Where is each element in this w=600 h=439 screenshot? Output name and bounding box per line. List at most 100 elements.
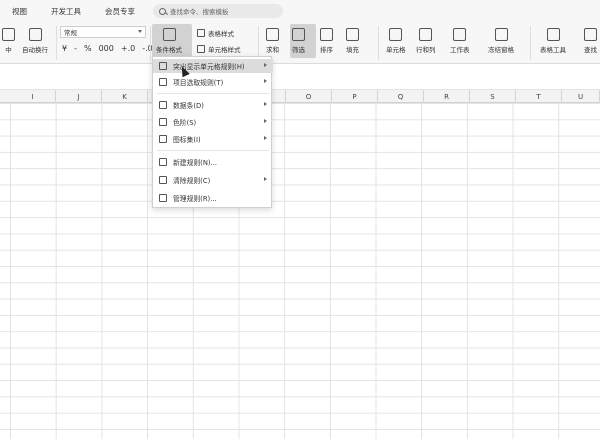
sum-label: 求和 (266, 46, 279, 54)
worksheet-button[interactable]: 工作表 (450, 28, 470, 54)
freeze-panes-icon (494, 28, 508, 41)
menu-item-label: 项目选取规则(T) (173, 79, 224, 87)
menu-item-clear-rules[interactable]: 清除规则(C) (153, 173, 273, 187)
menu-item-label: 新建规则(N)... (173, 159, 218, 167)
minus-button[interactable]: - (74, 44, 77, 53)
thousands-button[interactable]: 000 (99, 44, 114, 53)
clear-rules-icon (159, 176, 167, 184)
sort-icon (320, 28, 333, 41)
divider (258, 26, 259, 60)
fill-icon (346, 28, 359, 41)
freeze-panes-label: 冻结窗格 (488, 46, 514, 54)
top-bottom-rules-icon (159, 78, 167, 86)
manage-rules-icon (159, 194, 167, 202)
menu-item-top-bottom-rules[interactable]: 项目选取规则(T) (153, 75, 273, 89)
find-label: 查找 (584, 46, 597, 54)
conditional-format-icon (162, 28, 176, 41)
search-icon (159, 7, 166, 15)
spreadsheet-grid[interactable] (0, 103, 600, 439)
column-header[interactable]: S (470, 90, 516, 103)
sigma-icon (266, 28, 279, 41)
ribbon-toolbar: 中 自动换行 常规 ¥ - % 000 +.0 -.0 条件格式 表格样式 单元… (0, 22, 600, 64)
number-format-select[interactable]: 常规 (60, 26, 146, 38)
command-search-box[interactable]: 查找命令、搜索模板 (153, 4, 283, 18)
cell-style-icon (197, 45, 205, 53)
wrap-text-label: 自动换行 (22, 46, 48, 54)
search-placeholder: 查找命令、搜索模板 (170, 8, 229, 16)
table-style-label: 表格样式 (208, 30, 234, 38)
chevron-right-icon (264, 136, 267, 140)
menu-item-icon-sets[interactable]: 图标集(I) (153, 132, 273, 146)
column-header[interactable]: K (102, 90, 148, 103)
menu-item-label: 色阶(S) (173, 119, 197, 127)
sum-button[interactable]: 求和 (266, 28, 279, 54)
divider (150, 26, 151, 60)
chevron-right-icon (264, 119, 267, 123)
cell-style-button[interactable]: 单元格样式 (197, 44, 241, 54)
column-header[interactable]: J (56, 90, 102, 103)
table-style-icon (197, 29, 205, 37)
menu-item-label: 管理规则(R)... (173, 195, 217, 203)
menu-item-color-scales[interactable]: 色阶(S) (153, 115, 273, 129)
menu-item-manage-rules[interactable]: 管理规则(R)... (153, 191, 273, 205)
align-center-icon (2, 28, 15, 41)
menu-divider (157, 150, 269, 151)
table-tools-label: 表格工具 (540, 46, 566, 54)
divider (530, 26, 531, 60)
conditional-format-label: 条件格式 (156, 46, 182, 54)
chevron-right-icon (264, 63, 267, 67)
number-format-buttons: ¥ - % 000 +.0 -.0 (62, 44, 153, 53)
conditional-format-menu: 突出显示单元格规则(H) 项目选取规则(T) 数据条(D) 色阶(S) 图标集(… (152, 56, 273, 208)
filter-icon (292, 28, 305, 41)
cell-button[interactable]: 单元格 (386, 28, 406, 54)
column-header[interactable]: R (424, 90, 470, 103)
menu-item-label: 图标集(I) (173, 136, 201, 144)
fill-button[interactable]: 填充 (346, 28, 359, 54)
rows-columns-label: 行和列 (416, 46, 436, 54)
table-tools-icon (546, 28, 560, 41)
new-rule-icon (159, 158, 167, 166)
fill-label: 填充 (346, 46, 359, 54)
tab-member[interactable]: 会员专享 (105, 6, 135, 17)
menu-item-label: 数据条(D) (173, 102, 204, 110)
sort-button[interactable]: 排序 (320, 28, 333, 54)
column-header[interactable]: O (286, 90, 332, 103)
table-style-button[interactable]: 表格样式 (197, 28, 234, 38)
cell-label: 单元格 (386, 46, 406, 54)
divider (56, 26, 57, 60)
percent-button[interactable]: % (84, 44, 92, 53)
chevron-right-icon (264, 79, 267, 83)
column-header[interactable]: I (10, 90, 56, 103)
wrap-text-icon (28, 28, 42, 41)
currency-button[interactable]: ¥ (62, 44, 67, 53)
divider (378, 26, 379, 60)
menu-tab-bar: 视图 开发工具 会员专享 查找命令、搜索模板 (0, 0, 600, 22)
column-header[interactable]: Q (378, 90, 424, 103)
increase-decimal-button[interactable]: +.0 (121, 44, 135, 53)
icon-sets-icon (159, 135, 167, 143)
chevron-right-icon (264, 177, 267, 181)
column-header[interactable]: T (516, 90, 562, 103)
worksheet-label: 工作表 (450, 46, 470, 54)
table-tools-button[interactable]: 表格工具 (540, 28, 566, 54)
rows-columns-button[interactable]: 行和列 (416, 28, 436, 54)
column-header[interactable]: U (562, 90, 600, 103)
wrap-text-button[interactable]: 自动换行 (22, 28, 48, 54)
filter-button[interactable]: 筛选 (292, 28, 305, 54)
menu-item-new-rule[interactable]: 新建规则(N)... (153, 155, 273, 169)
worksheet-icon (453, 28, 467, 41)
chevron-right-icon (264, 102, 267, 106)
tab-developer-tools[interactable]: 开发工具 (51, 6, 81, 17)
tab-view[interactable]: 视图 (12, 6, 27, 17)
find-button[interactable]: 查找 (584, 28, 597, 54)
chevron-down-icon (138, 30, 142, 33)
freeze-panes-button[interactable]: 冻结窗格 (488, 28, 514, 54)
menu-item-data-bars[interactable]: 数据条(D) (153, 98, 273, 112)
column-header-row: I J K L M N O P Q R S T U (0, 90, 600, 103)
data-bars-icon (159, 101, 167, 109)
menu-item-highlight-cell-rules[interactable]: 突出显示单元格规则(H) (153, 59, 273, 73)
column-header[interactable]: P (332, 90, 378, 103)
align-center-button[interactable]: 中 (2, 28, 15, 54)
conditional-format-button[interactable]: 条件格式 (156, 28, 182, 54)
align-center-label: 中 (5, 46, 12, 54)
